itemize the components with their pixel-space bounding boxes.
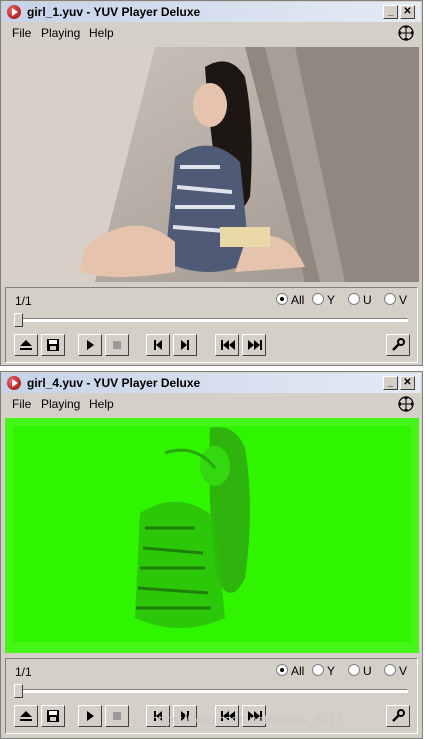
title-bar[interactable]: girl_4.yuv - YUV Player Deluxe _ ✕ — [2, 373, 421, 393]
app-icon — [7, 376, 21, 390]
video-image — [5, 418, 419, 653]
radio-indicator — [312, 293, 324, 305]
settings-wrench-icon — [392, 338, 405, 351]
channel-radio-u[interactable]: U — [348, 293, 372, 307]
menu-help[interactable]: Help — [89, 26, 114, 40]
channel-selector: All Y U V — [6, 664, 411, 680]
channel-label: All — [291, 664, 305, 678]
frame-slider-thumb[interactable] — [14, 684, 23, 698]
player-window-1: girl_1.yuv - YUV Player Deluxe _ ✕ File … — [0, 0, 423, 366]
frame-slider-track[interactable] — [15, 689, 408, 693]
next-frame-button[interactable] — [173, 334, 197, 356]
eject-icon — [20, 340, 32, 350]
menu-bar: File Playing Help — [2, 23, 421, 43]
channel-radio-v[interactable]: V — [384, 293, 407, 307]
channel-radio-all[interactable]: All — [276, 293, 304, 307]
channel-label: V — [399, 664, 408, 678]
prev-frame-icon — [154, 340, 162, 350]
stop-button[interactable] — [105, 334, 129, 356]
channel-label: All — [291, 293, 305, 307]
app-icon — [7, 5, 21, 19]
save-button[interactable] — [41, 705, 65, 727]
eject-button[interactable] — [14, 705, 38, 727]
last-frame-button[interactable] — [242, 334, 266, 356]
move-icon[interactable] — [397, 24, 415, 42]
player-window-2: girl_4.yuv - YUV Player Deluxe _ ✕ File … — [0, 371, 423, 739]
radio-indicator — [348, 293, 360, 305]
window-title: girl_1.yuv - YUV Player Deluxe — [27, 5, 201, 19]
close-button[interactable]: ✕ — [400, 5, 415, 19]
channel-radio-all[interactable]: All — [276, 664, 304, 678]
watermark: https://blog.csdn.net/weixin_5117... — [151, 712, 354, 727]
channel-radio-u[interactable]: U — [348, 664, 372, 678]
settings-wrench-icon — [392, 709, 405, 722]
channel-selector: All Y U V — [6, 293, 411, 309]
menu-file[interactable]: File — [12, 26, 31, 40]
channel-label: Y — [327, 293, 336, 307]
channel-label: V — [399, 293, 408, 307]
menu-help[interactable]: Help — [89, 397, 114, 411]
window-title: girl_4.yuv - YUV Player Deluxe — [27, 376, 201, 390]
channel-label: U — [363, 664, 372, 678]
minimize-button[interactable]: _ — [383, 376, 398, 390]
stop-icon — [113, 341, 121, 349]
radio-indicator — [384, 664, 396, 676]
radio-selected-indicator — [276, 664, 288, 676]
menu-playing[interactable]: Playing — [41, 397, 80, 411]
next-frame-icon — [181, 340, 189, 350]
channel-label: Y — [327, 664, 336, 678]
play-button[interactable] — [78, 705, 102, 727]
prev-frame-button[interactable] — [146, 334, 170, 356]
menu-file[interactable]: File — [12, 397, 31, 411]
stop-icon — [113, 712, 121, 720]
stop-button[interactable] — [105, 705, 129, 727]
channel-radio-y[interactable]: Y — [312, 293, 335, 307]
video-image — [5, 47, 419, 282]
last-frame-icon — [248, 340, 262, 350]
minimize-button[interactable]: _ — [383, 5, 398, 19]
play-button[interactable] — [78, 334, 102, 356]
play-icon — [87, 711, 94, 721]
first-frame-icon — [221, 340, 235, 350]
radio-indicator — [348, 664, 360, 676]
video-frame — [5, 47, 419, 282]
channel-radio-y[interactable]: Y — [312, 664, 335, 678]
first-frame-button[interactable] — [215, 334, 239, 356]
close-button[interactable]: ✕ — [400, 376, 415, 390]
settings-button[interactable] — [386, 705, 410, 727]
menu-playing[interactable]: Playing — [41, 26, 80, 40]
menu-bar: File Playing Help — [2, 394, 421, 414]
play-icon — [87, 340, 94, 350]
frame-slider-track[interactable] — [15, 318, 408, 322]
move-icon[interactable] — [397, 395, 415, 413]
title-bar[interactable]: girl_1.yuv - YUV Player Deluxe _ ✕ — [2, 2, 421, 22]
playback-controls: 1/1 All Y U V — [5, 287, 418, 363]
save-button[interactable] — [41, 334, 65, 356]
video-frame — [5, 418, 419, 653]
channel-label: U — [363, 293, 372, 307]
channel-radio-v[interactable]: V — [384, 664, 407, 678]
frame-slider-thumb[interactable] — [14, 313, 23, 327]
settings-button[interactable] — [386, 334, 410, 356]
save-icon — [47, 339, 59, 351]
eject-icon — [20, 711, 32, 721]
save-icon — [47, 710, 59, 722]
radio-indicator — [384, 293, 396, 305]
eject-button[interactable] — [14, 334, 38, 356]
radio-indicator — [312, 664, 324, 676]
radio-selected-indicator — [276, 293, 288, 305]
